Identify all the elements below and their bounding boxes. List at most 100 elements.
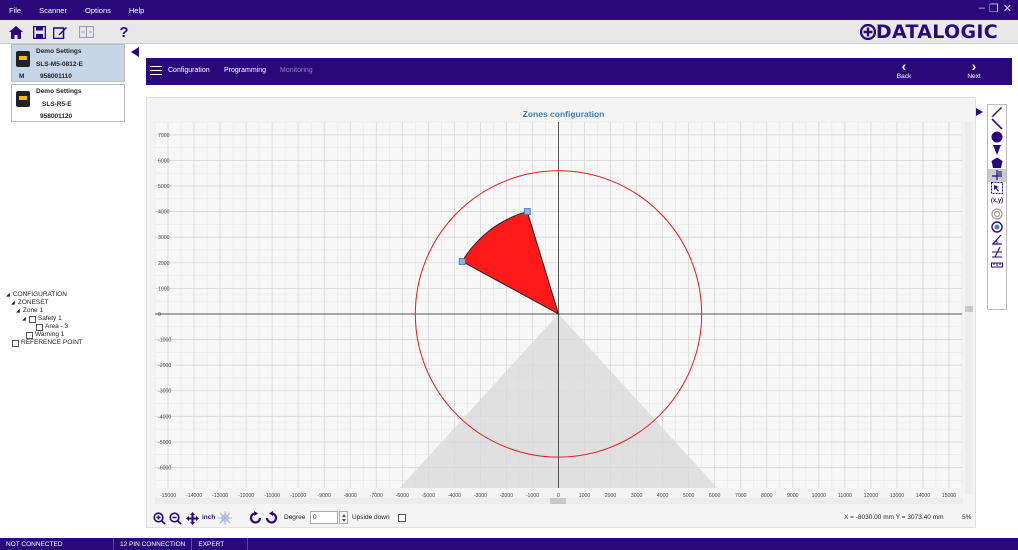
angle2-icon[interactable] — [988, 246, 1006, 259]
degree-label: Degree — [284, 514, 306, 521]
ruler-icon[interactable] — [988, 168, 1006, 182]
y-tick-label: -3000 — [158, 389, 171, 395]
warning-checkbox[interactable] — [26, 331, 33, 339]
tree-zoneset[interactable]: ◢ ZONESET — [6, 299, 83, 307]
device-model: SLS-R5-E — [42, 101, 72, 108]
tab-configuration[interactable]: Configuration — [168, 67, 210, 74]
device-card-1[interactable]: Demo Settings SLS-M5-0812-E M 958001110 — [11, 44, 125, 82]
scanner-icon — [16, 51, 30, 67]
collapse-tools-arrow[interactable] — [976, 108, 983, 116]
hamburger-icon[interactable] — [150, 66, 162, 75]
scan-fill-icon[interactable] — [988, 220, 1006, 233]
cursor-coordinates: X = -8030.00 mm Y = 3073.40 mm — [844, 514, 944, 521]
expand-icon: ◢ — [6, 292, 10, 298]
tab-monitoring: Monitoring — [280, 67, 313, 74]
polygon-icon[interactable] — [988, 156, 1006, 169]
device-card-2[interactable]: Demo Settings SLS-R5-E 958001120 — [11, 84, 125, 122]
upside-down-checkbox[interactable] — [398, 514, 406, 522]
vertex-handle — [523, 208, 531, 215]
tree-warning[interactable]: Warning 1 — [6, 331, 83, 339]
zoom-out-icon[interactable] — [168, 511, 182, 525]
y-tick-label: 2000 — [158, 261, 170, 267]
zoom-in-icon[interactable] — [152, 511, 166, 525]
y-tick-label: 7000 — [158, 133, 170, 139]
chevron-right-icon: › — [971, 58, 977, 74]
minimize-button[interactable]: – — [979, 2, 985, 15]
maximize-button[interactable]: ❐ — [989, 2, 999, 15]
logo-text: DATALOGIC — [875, 21, 998, 43]
tree-reference-point[interactable]: REFERENCE POINT — [6, 339, 83, 347]
save-icon[interactable] — [29, 23, 49, 41]
y-tick-label: 0 — [158, 312, 161, 318]
expand-icon: ◢ — [11, 300, 15, 306]
nav-bar: Configuration Programming Monitoring ‹ B… — [146, 58, 1012, 85]
y-tick-label: -1000 — [158, 338, 171, 344]
menu-scanner[interactable]: Scanner — [30, 6, 76, 15]
window-controls: – ❐ ✕ — [979, 2, 1012, 15]
y-tick-label: 1000 — [158, 286, 170, 292]
pen-icon[interactable] — [988, 105, 1006, 118]
safety-checkbox[interactable] — [28, 315, 36, 323]
home-icon[interactable] — [6, 23, 26, 41]
circle-icon[interactable] — [988, 131, 1006, 144]
tree-safety[interactable]: ◢ Safety 1 — [6, 315, 83, 323]
status-bar: NOT CONNECTED 12 PIN CONNECTION EXPERT — [0, 538, 1018, 550]
menu-options[interactable]: Options — [76, 6, 120, 15]
upside-down-label: Upside down — [352, 514, 390, 521]
tree-area[interactable]: Area - 3 — [6, 323, 83, 331]
scanner-icon — [16, 91, 30, 107]
device-name: Demo Settings — [36, 88, 82, 95]
zones-canvas[interactable]: 7000 6000 5000 4000 3000 2000 1000 0 -1000 -2000 -… — [146, 97, 976, 528]
measure-icon[interactable] — [988, 259, 1006, 272]
tree-zone[interactable]: ◢ Zone 1 — [6, 307, 83, 315]
line-icon[interactable] — [988, 118, 1006, 131]
rotate-left-icon[interactable] — [249, 511, 263, 525]
back-button[interactable]: ‹ Back — [889, 59, 919, 80]
zoom-percent: 5% — [962, 514, 972, 521]
help-icon[interactable]: ? — [114, 23, 134, 41]
degree-spinner[interactable] — [339, 511, 348, 524]
y-tick-label: -5000 — [158, 440, 171, 446]
angle-icon[interactable] — [988, 233, 1006, 246]
degree-input[interactable]: 0 — [310, 511, 338, 524]
edit-icon[interactable] — [50, 23, 70, 41]
close-button[interactable]: ✕ — [1003, 2, 1012, 15]
tab-programming[interactable]: Programming — [224, 67, 266, 74]
canvas-bottom-bar: inch Degree 0 Upside down X = -8030.00 m… — [150, 510, 975, 526]
drawing-tools: (x,y) — [987, 104, 1007, 310]
y-tick-label: 3000 — [158, 235, 170, 241]
device-model: SLS-M5-0812-E — [36, 61, 83, 68]
connection-status: NOT CONNECTED — [0, 538, 114, 550]
mode-status: EXPERT — [192, 538, 249, 550]
reference-checkbox[interactable] — [12, 339, 19, 347]
menu-file[interactable]: File — [0, 6, 30, 15]
y-tick-label: -4000 — [158, 414, 171, 420]
collapse-panel-arrow[interactable] — [131, 47, 139, 57]
compare-icon[interactable] — [76, 23, 96, 41]
expand-icon: ◢ — [16, 308, 20, 314]
vertex-handle — [458, 258, 466, 265]
zones-chart[interactable]: 7000 6000 5000 4000 3000 2000 1000 0 -1000 -2000 -… — [147, 98, 977, 529]
menu-help[interactable]: Help — [120, 6, 153, 15]
grid-snap-icon[interactable] — [218, 511, 232, 525]
pin-status: 12 PIN CONNECTION — [114, 538, 193, 550]
vertical-scroll-thumb — [965, 306, 973, 312]
unit-toggle[interactable]: inch — [202, 514, 215, 521]
device-serial: 958001110 — [40, 73, 72, 80]
menu-bar: File Scanner Options Help – ❐ ✕ — [0, 0, 1018, 20]
coordinates-icon[interactable]: (x,y) — [988, 195, 1006, 208]
scan-icon[interactable] — [988, 207, 1006, 220]
next-button[interactable]: › Next — [959, 58, 989, 80]
expand-icon: ◢ — [22, 316, 26, 322]
y-tick-label: -2000 — [158, 363, 171, 369]
sector-icon[interactable] — [988, 143, 1006, 156]
rotate-right-icon[interactable] — [264, 511, 278, 525]
pan-icon[interactable] — [185, 511, 199, 525]
y-tick-label: -6000 — [158, 466, 171, 472]
device-name: Demo Settings — [36, 48, 82, 55]
tree-configuration[interactable]: ◢ CONFIGURATION — [6, 291, 83, 299]
area-checkbox[interactable] — [36, 323, 43, 331]
y-tick-label: 4000 — [158, 210, 170, 216]
select-icon[interactable] — [988, 182, 1006, 195]
y-tick-label: 5000 — [158, 184, 170, 190]
